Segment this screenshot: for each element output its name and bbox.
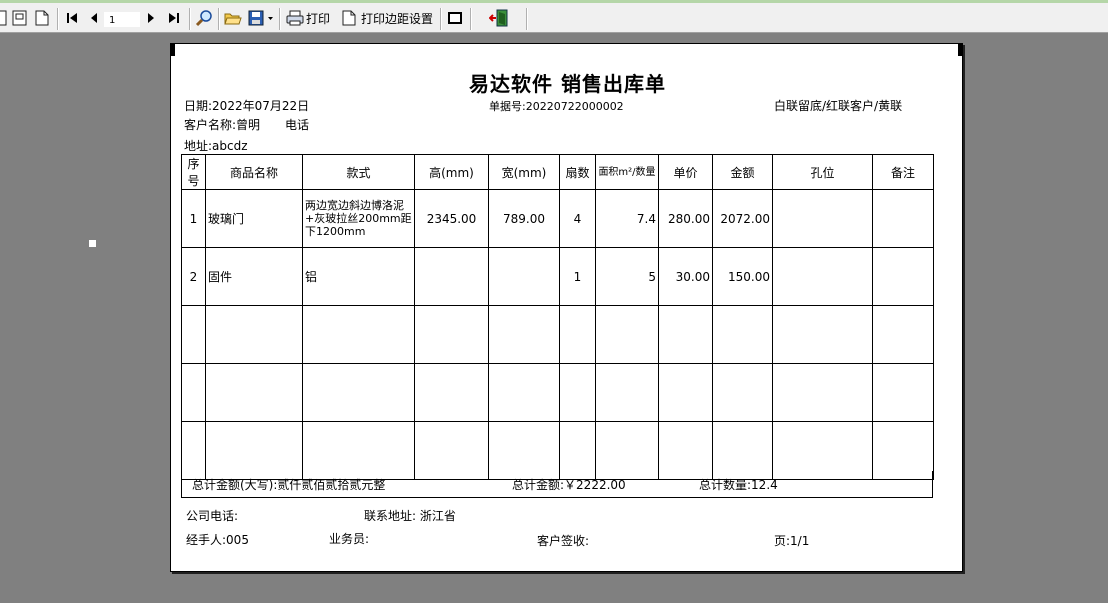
selection-handle[interactable] — [89, 240, 96, 247]
handler: 经手人:005 — [186, 533, 249, 547]
salesman: 业务员: — [329, 532, 370, 546]
column-header: 单价 — [658, 154, 713, 190]
cell-area: 7.4 — [595, 189, 659, 248]
column-header: 高(mm) — [414, 154, 489, 190]
cell-height — [414, 247, 489, 306]
toolbar: 1 打印 打印边距设置 — [0, 0, 1108, 33]
customer-signature: 客户签收: — [537, 534, 590, 548]
total-upper: 总计金额(大写):贰仟贰佰贰拾贰元整 — [192, 478, 386, 492]
column-header: 序号 — [181, 154, 206, 190]
margin-marker — [958, 44, 962, 56]
cell-width: 789.00 — [488, 189, 560, 248]
table-row — [181, 305, 934, 364]
cell-amount: 150.00 — [712, 247, 773, 306]
page-view-icon[interactable] — [0, 8, 8, 28]
table-row — [181, 363, 934, 422]
copy-note: 白联留底/红联客户/黄联 — [774, 99, 903, 113]
next-page-icon[interactable] — [146, 8, 156, 28]
print-button[interactable]: 打印 — [286, 8, 330, 28]
column-header: 款式 — [302, 154, 415, 190]
margin-marker — [171, 44, 175, 56]
column-header: 备注 — [872, 154, 934, 190]
column-header: 商品名称 — [205, 154, 303, 190]
exit-icon[interactable] — [489, 8, 509, 28]
two-page-icon[interactable] — [12, 8, 28, 28]
items-table: 序号 商品名称 款式 高(mm) 宽(mm) 扇数 面积m²/数量 单价 金额 … — [181, 154, 934, 480]
cell-style: 铝 — [302, 247, 415, 306]
column-header: 扇数 — [559, 154, 596, 190]
open-folder-icon[interactable] — [224, 8, 242, 28]
cell-leaves: 4 — [559, 189, 596, 248]
customer-name: 客户名称:曾明 — [184, 118, 261, 132]
cell-holes — [772, 189, 873, 248]
document-title: 易达软件 销售出库单 — [469, 72, 666, 96]
page-indicator: 页:1/1 — [774, 534, 810, 548]
cell-price: 30.00 — [658, 247, 713, 306]
cell-height: 2345.00 — [414, 189, 489, 248]
prev-page-icon[interactable] — [89, 8, 99, 28]
cell-leaves: 1 — [559, 247, 596, 306]
print-label: 打印 — [306, 11, 331, 26]
dropdown-arrow-icon[interactable] — [267, 8, 274, 28]
company-phone: 公司电话: — [186, 509, 239, 523]
first-page-icon[interactable] — [66, 8, 78, 28]
page-setup-icon — [342, 10, 356, 26]
date-label: 日期:2022年07月22日 — [184, 99, 310, 113]
bill-number: 单据号:20220722000002 — [489, 100, 624, 113]
zoom-icon[interactable] — [195, 8, 213, 28]
blank-page-icon[interactable] — [35, 8, 49, 28]
cell-area: 5 — [595, 247, 659, 306]
page-number-input[interactable]: 1 — [104, 12, 140, 27]
contact-address: 联系地址: 浙江省 — [364, 509, 456, 523]
total-amount: 总计金额:￥2222.00 — [512, 478, 626, 492]
address-label: 地址:abcdz — [184, 139, 248, 153]
print-margin-button[interactable]: 打印边距设置 — [342, 8, 433, 28]
print-margin-label: 打印边距设置 — [361, 11, 434, 26]
save-disk-icon[interactable] — [248, 8, 264, 28]
cell-note — [872, 247, 934, 306]
total-quantity: 总计数量:12.4 — [699, 478, 778, 492]
cell-no: 1 — [181, 189, 206, 248]
column-header: 面积m²/数量 — [595, 154, 659, 190]
cell-price: 280.00 — [658, 189, 713, 248]
cell-no: 2 — [181, 247, 206, 306]
totals-row: 总计金额(大写):贰仟贰佰贰拾贰元整 总计金额:￥2222.00 总计数量:12… — [181, 471, 933, 498]
cell-note — [872, 189, 934, 248]
cell-amount: 2072.00 — [712, 189, 773, 248]
last-page-icon[interactable] — [168, 8, 180, 28]
table-header-row: 序号 商品名称 款式 高(mm) 宽(mm) 扇数 面积m²/数量 单价 金额 … — [181, 154, 934, 190]
cell-name: 玻璃门 — [205, 189, 303, 248]
printer-icon — [286, 10, 304, 26]
column-header: 宽(mm) — [488, 154, 560, 190]
column-header: 金额 — [712, 154, 773, 190]
cell-style: 两边宽边斜边博洛泥+灰玻拉丝200mm距下1200mm — [302, 189, 415, 248]
print-preview-page: 易达软件 销售出库单 日期:2022年07月22日 单据号:2022072200… — [170, 43, 963, 572]
phone-label: 电话 — [285, 118, 310, 132]
cell-holes — [772, 247, 873, 306]
fullscreen-icon[interactable] — [447, 8, 463, 28]
table-row: 1 玻璃门 两边宽边斜边博洛泥+灰玻拉丝200mm距下1200mm 2345.0… — [181, 189, 934, 248]
table-row: 2 固件 铝 1 5 30.00 150.00 — [181, 247, 934, 306]
cell-width — [488, 247, 560, 306]
cell-name: 固件 — [205, 247, 303, 306]
column-header: 孔位 — [772, 154, 873, 190]
